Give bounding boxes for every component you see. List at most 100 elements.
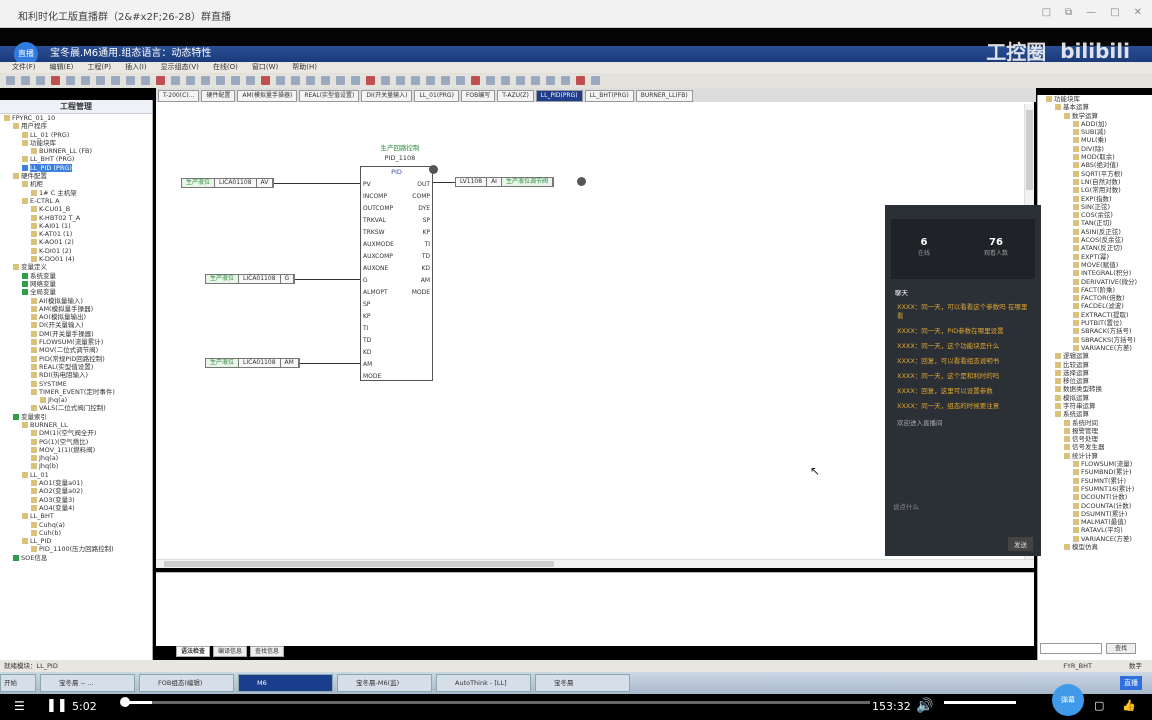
- taskbar-item[interactable]: 宝冬晨 -- ...: [40, 674, 135, 692]
- output-tab[interactable]: 编译信息: [213, 646, 248, 657]
- tree-item[interactable]: 信号发生器: [1042, 443, 1152, 451]
- tree-item[interactable]: 基本运算: [1042, 103, 1152, 111]
- tree-item[interactable]: FSUMBND(累计): [1042, 468, 1152, 476]
- tree-item[interactable]: 1# C 主机架: [0, 189, 152, 197]
- tree-item[interactable]: FLOWSUM(流量): [1042, 460, 1152, 468]
- toolbar-button-icon[interactable]: [456, 76, 465, 85]
- tree-item[interactable]: K-DI01 (2): [0, 247, 152, 255]
- tree-item[interactable]: ATAN(反正切): [1042, 244, 1152, 252]
- tree-item[interactable]: AO2(变量a02): [0, 487, 152, 495]
- tree-item[interactable]: 报警管理: [1042, 427, 1152, 435]
- send-button[interactable]: 发送: [1008, 537, 1033, 551]
- tree-item[interactable]: Cuhq(a): [0, 521, 152, 529]
- tree-item[interactable]: LG(常用对数): [1042, 186, 1152, 194]
- toolbar-button-icon[interactable]: [141, 76, 150, 85]
- taskbar-item[interactable]: AutoThink - [LL]: [436, 674, 531, 692]
- tree-item[interactable]: 逻辑运算: [1042, 352, 1152, 360]
- tree-item[interactable]: SOE信息: [0, 554, 152, 562]
- toolbar-button-icon[interactable]: [171, 76, 180, 85]
- tree-item[interactable]: 硬件配置: [0, 172, 152, 180]
- tree-item[interactable]: FSUMNT(累计): [1042, 477, 1152, 485]
- toolbar-button-icon[interactable]: [6, 76, 15, 85]
- tree-item[interactable]: DSUMNT(累计): [1042, 510, 1152, 518]
- input-variable-block[interactable]: 生产液位 LICA01108 G: [205, 274, 296, 284]
- toolbar-button-icon[interactable]: [336, 76, 345, 85]
- toolbar-button-icon[interactable]: [96, 76, 105, 85]
- toolbar-button-icon[interactable]: [426, 76, 435, 85]
- progress-bar[interactable]: [128, 701, 870, 704]
- tree-item[interactable]: DM(开关量手操器): [0, 330, 152, 338]
- horizontal-scrollbar[interactable]: [156, 559, 1034, 568]
- tree-item[interactable]: Cuh(b): [0, 529, 152, 537]
- like-icon[interactable]: 👍: [1122, 699, 1136, 712]
- tree-item[interactable]: BURNER_LL (FB): [0, 147, 152, 155]
- toolbar-button-icon[interactable]: [396, 76, 405, 85]
- taskbar-item[interactable]: 宝冬晨-M6(监): [337, 674, 432, 692]
- tree-item[interactable]: COS(余弦): [1042, 211, 1152, 219]
- toolbar-button-icon[interactable]: [411, 76, 420, 85]
- tree-item[interactable]: MOVE(赋值): [1042, 261, 1152, 269]
- taskbar-item[interactable]: FOB组态(编辑): [139, 674, 234, 692]
- tree-item[interactable]: AO1(变量a01): [0, 479, 152, 487]
- output-tab[interactable]: 语法检查: [176, 646, 211, 657]
- tree-item[interactable]: PUTBIT(置位): [1042, 319, 1152, 327]
- tree-item[interactable]: K-DO01 (4): [0, 255, 152, 263]
- toolbar-button-icon[interactable]: [21, 76, 30, 85]
- toolbar-button-icon[interactable]: [531, 76, 540, 85]
- playlist-icon[interactable]: ☰: [14, 699, 25, 713]
- tree-item[interactable]: ASIN(反正弦): [1042, 228, 1152, 236]
- tree-item[interactable]: LL_01 (PRG): [0, 131, 152, 139]
- tree-item[interactable]: DIV(除): [1042, 145, 1152, 153]
- toolbar-button-icon[interactable]: [546, 76, 555, 85]
- toolbar-button-icon[interactable]: [306, 76, 315, 85]
- tree-item[interactable]: ABS(绝对值): [1042, 161, 1152, 169]
- tree-item[interactable]: TAN(正切): [1042, 219, 1152, 227]
- tree-item[interactable]: FPYRC_01_10: [0, 114, 152, 122]
- tree-item[interactable]: 数学运算: [1042, 112, 1152, 120]
- toolbar-button-icon[interactable]: [471, 76, 480, 85]
- toolbar-button-icon[interactable]: [66, 76, 75, 85]
- pid-function-block[interactable]: PID PV INCOMP OUTCOMP TRKVAL TRKSW AUXMODE AUX…: [360, 165, 438, 381]
- tree-item[interactable]: MOD(取余): [1042, 153, 1152, 161]
- toolbar-button-icon[interactable]: [591, 76, 600, 85]
- tree-item[interactable]: DM(1)(空气阀全开): [0, 429, 152, 437]
- menu-item[interactable]: 编辑(E): [50, 62, 74, 73]
- tree-item[interactable]: DI(开关量输入): [0, 321, 152, 329]
- tree-item[interactable]: LL_BHT (PRG): [0, 155, 152, 163]
- tree-item[interactable]: 变量定义: [0, 263, 152, 271]
- tree-item[interactable]: K-CU01_B: [0, 205, 152, 213]
- toolbar-button-icon[interactable]: [321, 76, 330, 85]
- toolbar-button-icon[interactable]: [186, 76, 195, 85]
- menu-item[interactable]: 工程(P): [87, 62, 111, 73]
- menu-item[interactable]: 文件(F): [12, 62, 36, 73]
- tree-item[interactable]: PG(1)(空气燃比): [0, 438, 152, 446]
- tab[interactable]: DI(开关量输入): [361, 90, 413, 102]
- toolbar-button-icon[interactable]: [441, 76, 450, 85]
- tab[interactable]: T-AZU(Z): [497, 90, 534, 102]
- toolbar-button-icon[interactable]: [201, 76, 210, 85]
- toolbar-button-icon[interactable]: [246, 76, 255, 85]
- tab[interactable]: BURNER_LL(FB): [635, 90, 693, 102]
- popout-icon[interactable]: ⧉: [1065, 7, 1072, 18]
- toolbar-button-icon[interactable]: [486, 76, 495, 85]
- tree-item[interactable]: AO4(变量4): [0, 504, 152, 512]
- tree-item[interactable]: AO(模拟量输出): [0, 313, 152, 321]
- tree-item[interactable]: RATAVL(平均): [1042, 526, 1152, 534]
- tree-item[interactable]: DCOUNT(计数): [1042, 493, 1152, 501]
- tree-item[interactable]: LL_BHT: [0, 512, 152, 520]
- tree-item[interactable]: 功能块库: [0, 139, 152, 147]
- tree-item[interactable]: AI(模拟量输入): [0, 297, 152, 305]
- danmu-button[interactable]: 弹幕: [1052, 684, 1084, 716]
- close-icon[interactable]: ✕: [1134, 7, 1142, 18]
- tree-item[interactable]: SBRACK(方括号): [1042, 327, 1152, 335]
- volume-icon[interactable]: 🔊: [916, 698, 933, 714]
- tree-item[interactable]: AM(模拟量手操器): [0, 305, 152, 313]
- tree-item[interactable]: 功能块库: [1042, 95, 1152, 103]
- menu-item[interactable]: 插入(I): [125, 62, 147, 73]
- tree-item[interactable]: FACT(阶乘): [1042, 286, 1152, 294]
- tree-item[interactable]: 移位运算: [1042, 377, 1152, 385]
- volume-slider[interactable]: [944, 701, 1016, 704]
- fullscreen-icon[interactable]: ▢: [1094, 699, 1104, 712]
- tree-item[interactable]: 全局变量: [0, 288, 152, 296]
- maximize-icon[interactable]: □: [1110, 7, 1119, 18]
